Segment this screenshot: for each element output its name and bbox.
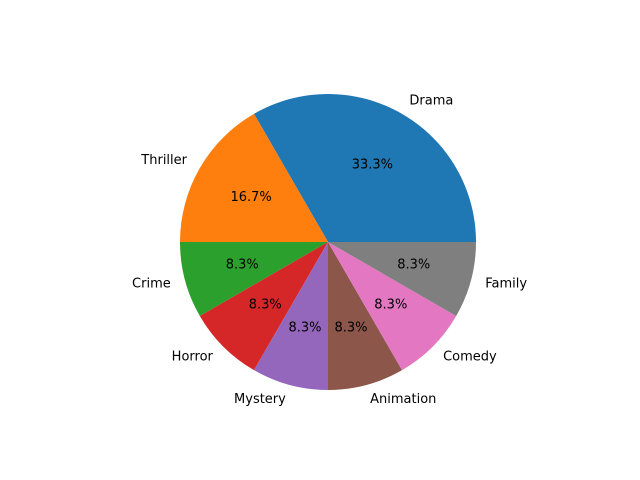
category-label-crime: Crime: [132, 277, 171, 292]
percent-label-comedy: 8.3%: [374, 297, 407, 312]
category-label-comedy: Comedy: [443, 350, 497, 365]
percent-label-horror: 8.3%: [249, 297, 282, 312]
percent-label-drama: 33.3%: [352, 158, 393, 173]
category-label-horror: Horror: [172, 350, 214, 365]
category-label-family: Family: [485, 277, 527, 292]
percent-label-family: 8.3%: [397, 257, 430, 272]
category-label-mystery: Mystery: [234, 392, 286, 407]
percent-label-crime: 8.3%: [226, 257, 259, 272]
percent-label-thriller: 16.7%: [230, 190, 271, 205]
pie-chart: Drama 33.3% Thriller 16.7% Crime 8.3% Horror 8.…: [132, 94, 527, 407]
pie-chart-figure: Drama 33.3% Thriller 16.7% Crime 8.3% Horror 8.…: [0, 0, 640, 480]
category-label-thriller: Thriller: [140, 153, 187, 168]
category-label-drama: Drama: [409, 94, 453, 109]
percent-label-mystery: 8.3%: [289, 320, 322, 335]
percent-label-animation: 8.3%: [334, 320, 367, 335]
pie-slices: [180, 94, 476, 390]
category-label-animation: Animation: [370, 392, 436, 407]
